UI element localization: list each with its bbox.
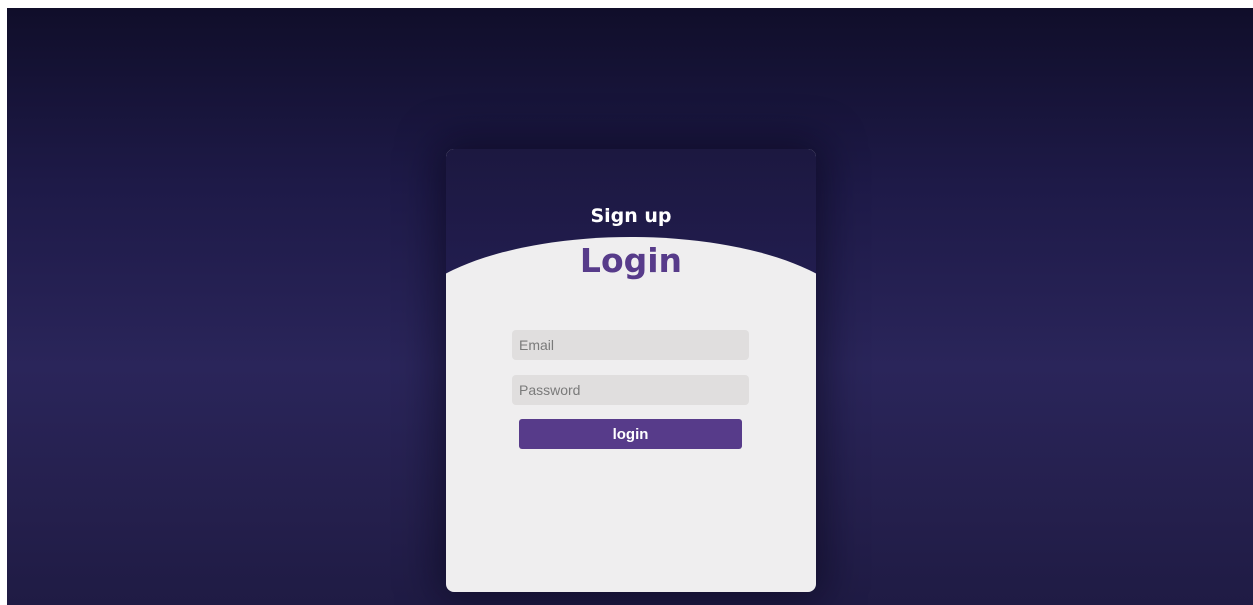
auth-card: Sign up Login login <box>446 149 816 592</box>
login-title[interactable]: Login <box>446 241 816 280</box>
page-background: Sign up Login login <box>7 8 1253 605</box>
password-input[interactable] <box>512 375 749 405</box>
email-input[interactable] <box>512 330 749 360</box>
login-button[interactable]: login <box>519 419 742 449</box>
signup-title[interactable]: Sign up <box>446 205 816 227</box>
